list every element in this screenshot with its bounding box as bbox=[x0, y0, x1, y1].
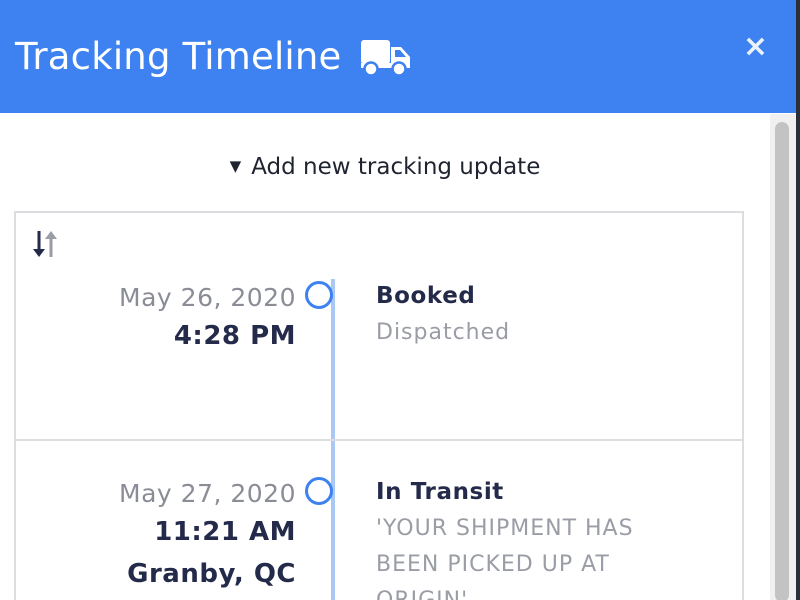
caret-down-icon: ▼ bbox=[229, 157, 242, 175]
timeline-panel: May 26, 2020 4:28 PM Booked Dispatched M… bbox=[14, 211, 744, 600]
modal-title: Tracking Timeline bbox=[15, 35, 342, 78]
event-location: Granby, QC bbox=[127, 559, 296, 589]
event-detail: Dispatched bbox=[376, 320, 511, 345]
event-date: May 26, 2020 bbox=[119, 283, 296, 312]
scrollbar-track[interactable] bbox=[770, 114, 796, 600]
event-time: 4:28 PM bbox=[173, 321, 296, 351]
event-marker-icon bbox=[305, 281, 333, 309]
add-tracking-update-label: Add new tracking update bbox=[251, 154, 541, 180]
event-detail: 'YOUR SHIPMENT HAS BEEN PICKED UP AT ORI… bbox=[376, 516, 634, 600]
event-divider bbox=[16, 439, 742, 441]
event-status: In Transit bbox=[376, 479, 504, 505]
scrollbar-thumb[interactable] bbox=[775, 122, 789, 600]
truck-icon bbox=[360, 37, 412, 77]
modal-header: Tracking Timeline × bbox=[0, 0, 796, 113]
event-time: 11:21 AM bbox=[154, 517, 296, 547]
modal-body: ▼ Add new tracking update May 26, 2020 4:… bbox=[0, 114, 770, 600]
add-tracking-update-toggle[interactable]: ▼ Add new tracking update bbox=[0, 154, 770, 180]
sort-arrows-icon[interactable] bbox=[30, 227, 60, 261]
event-date: May 27, 2020 bbox=[119, 479, 296, 508]
tracking-timeline-modal: Tracking Timeline × ▼ Add new tracking up… bbox=[0, 0, 796, 600]
close-button[interactable]: × bbox=[743, 32, 768, 62]
event-marker-icon bbox=[305, 477, 333, 505]
event-status: Booked bbox=[376, 283, 476, 309]
